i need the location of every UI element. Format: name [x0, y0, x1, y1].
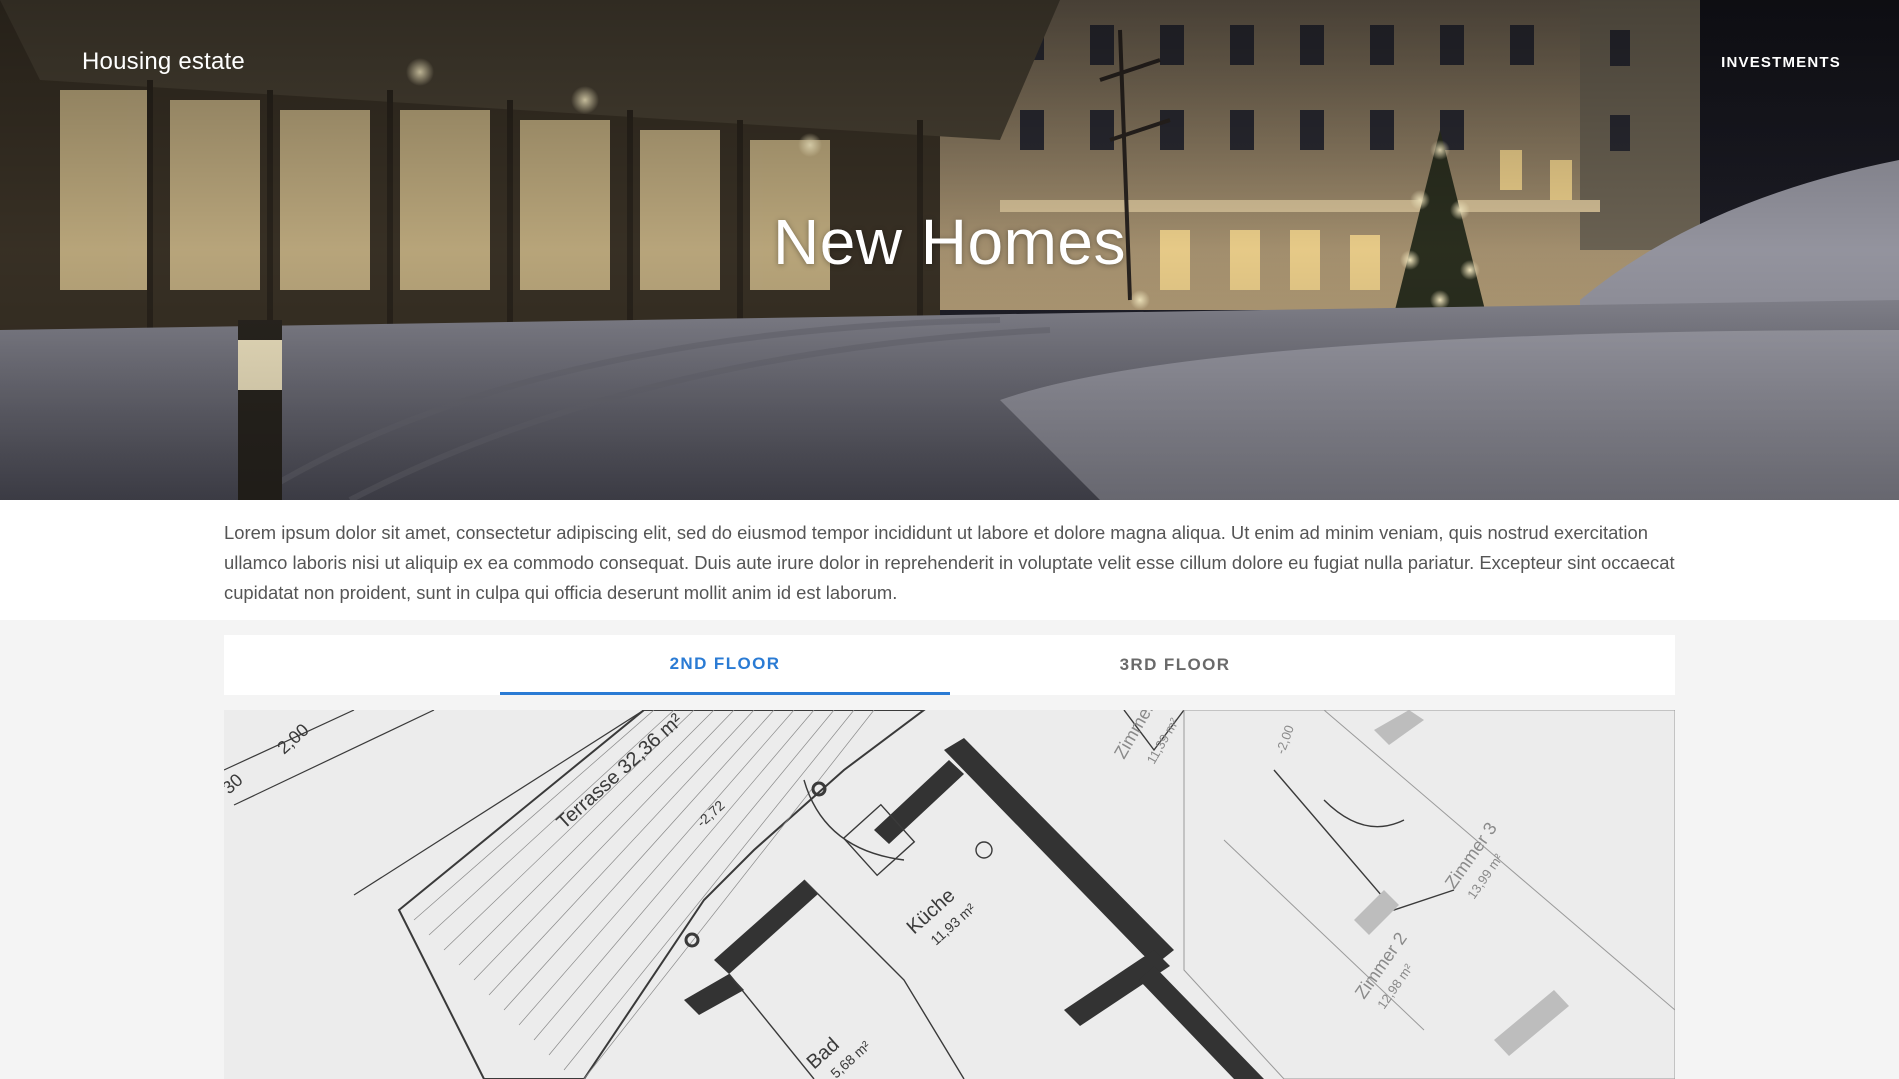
intro-paragraph: Lorem ipsum dolor sit amet, consectetur …: [224, 522, 1675, 603]
floor-tabs: 2ND FLOOR 3RD FLOOR: [224, 635, 1675, 695]
floor-plan-image: Terrasse 32,36 m² -2,72 Küche 11,93 m² B…: [224, 710, 1675, 1079]
page-title: New Homes: [772, 206, 1127, 278]
nav-investments-link[interactable]: INVESTMENTS: [1721, 54, 1841, 71]
intro-section: Lorem ipsum dolor sit amet, consectetur …: [0, 500, 1899, 620]
page: Housing estate INVESTMENTS New Homes Lor…: [0, 0, 1899, 1079]
tab-3rd-floor[interactable]: 3RD FLOOR: [950, 635, 1400, 695]
tab-2nd-floor[interactable]: 2ND FLOOR: [500, 635, 950, 695]
brand-logo[interactable]: Housing estate: [82, 48, 245, 76]
hero-banner: Housing estate INVESTMENTS New Homes: [0, 0, 1899, 500]
